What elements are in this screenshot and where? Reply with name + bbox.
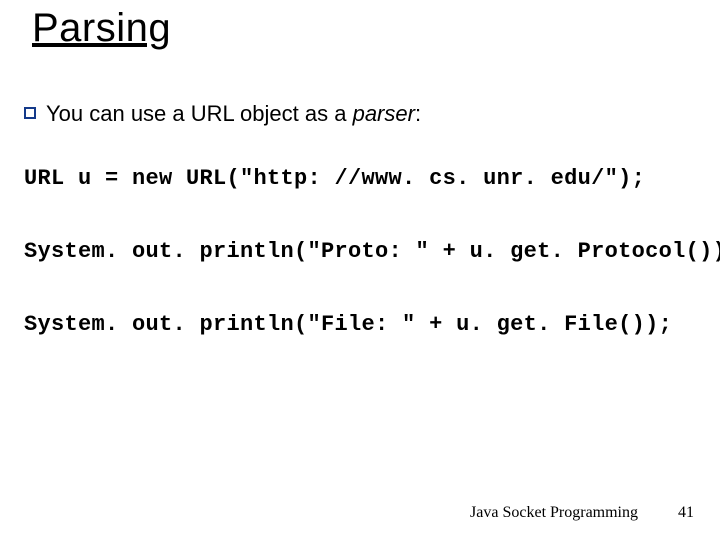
bullet-item: You can use a URL object as a parser: xyxy=(24,100,710,128)
bullet-italic-word: parser xyxy=(353,101,415,126)
page-number: 41 xyxy=(678,504,694,522)
code-line-1: URL u = new URL("http: //www. cs. unr. e… xyxy=(24,166,710,191)
bullet-suffix: : xyxy=(415,101,421,126)
code-line-3: System. out. println("File: " + u. get. … xyxy=(24,312,710,337)
slide-title: Parsing xyxy=(32,6,171,51)
square-bullet-icon xyxy=(24,107,36,119)
slide: Parsing You can use a URL object as a pa… xyxy=(0,0,720,540)
bullet-text: You can use a URL object as a parser: xyxy=(46,100,421,128)
slide-footer: Java Socket Programming 41 xyxy=(470,504,694,522)
slide-body: You can use a URL object as a parser: UR… xyxy=(24,100,710,385)
code-line-2: System. out. println("Proto: " + u. get.… xyxy=(24,239,710,264)
footer-label: Java Socket Programming xyxy=(470,504,638,521)
bullet-prefix: You can use a URL object as a xyxy=(46,101,353,126)
